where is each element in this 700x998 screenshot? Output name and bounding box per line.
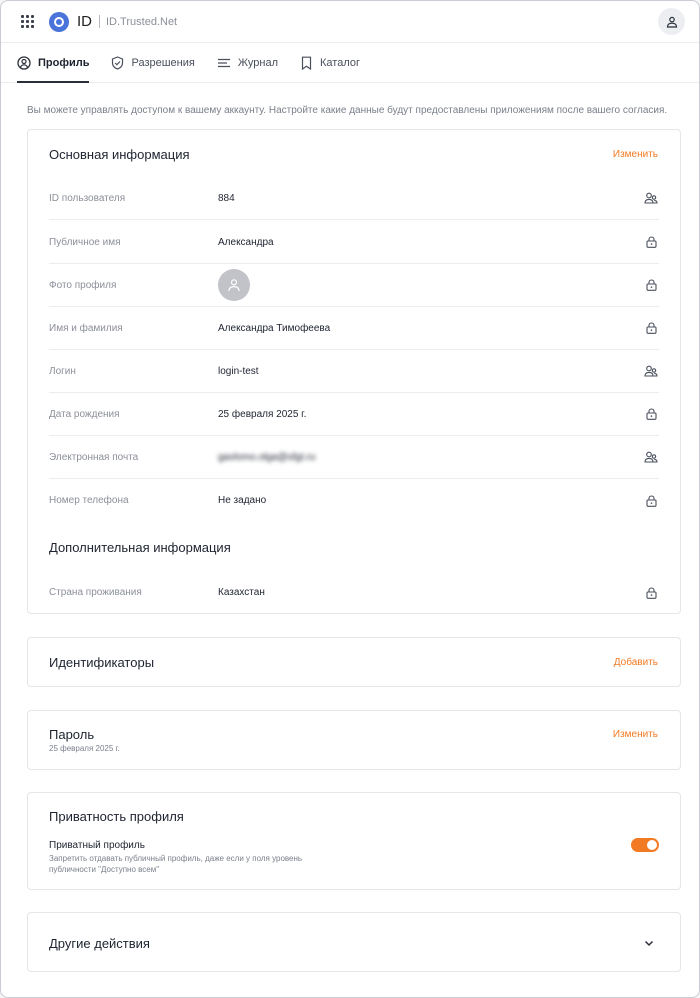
brand-site: ID.Trusted.Net bbox=[106, 15, 178, 28]
basic-info-header: Основная информация Изменить bbox=[49, 147, 658, 162]
app-window: ID ID.Trusted.Net Профиль Разрешения Жур… bbox=[0, 0, 700, 998]
row-value bbox=[218, 269, 643, 301]
user-menu-button[interactable] bbox=[658, 8, 685, 35]
lock-icon[interactable] bbox=[643, 586, 659, 599]
change-password-button[interactable]: Изменить bbox=[613, 729, 658, 740]
privacy-card: Приватность профиля Приватный профиль За… bbox=[27, 792, 681, 890]
list-icon bbox=[217, 58, 230, 67]
row-value: 884 bbox=[218, 192, 235, 204]
private-profile-desc-2: публичности "Доступно всем" bbox=[49, 865, 160, 874]
row-profile-photo: Фото профиля bbox=[49, 264, 659, 307]
row-value: 25 февраля 2025 г. bbox=[218, 408, 307, 420]
row-value: Александра bbox=[218, 236, 274, 248]
tab-catalog-label: Каталог bbox=[320, 56, 360, 69]
edit-basic-button[interactable]: Изменить bbox=[613, 149, 658, 160]
tab-bar: Профиль Разрешения Журнал Каталог bbox=[1, 43, 699, 83]
row-email: Электронная почта gavlomo.olga@sfgt.ru bbox=[49, 436, 659, 479]
identifiers-card: Идентификаторы Добавить bbox=[27, 637, 681, 687]
tab-journal[interactable]: Журнал bbox=[217, 43, 278, 82]
lock-icon[interactable] bbox=[643, 494, 659, 507]
other-actions-title: Другие действия bbox=[49, 936, 150, 951]
avatar-placeholder-icon bbox=[228, 279, 240, 292]
row-label: Страна проживания bbox=[49, 587, 142, 598]
brand-divider bbox=[99, 15, 100, 28]
password-date: 25 февраля 2025 г. bbox=[49, 744, 120, 753]
chevron-down-icon[interactable] bbox=[644, 940, 654, 947]
other-actions-header: Другие действия bbox=[49, 936, 654, 951]
lock-icon[interactable] bbox=[643, 408, 659, 420]
lock-icon[interactable] bbox=[643, 279, 659, 291]
row-value: Александра Тимофеева bbox=[218, 322, 331, 334]
row-label: Электронная почта bbox=[49, 451, 139, 463]
basic-info-title: Основная информация bbox=[49, 147, 190, 162]
users-icon[interactable] bbox=[643, 451, 659, 463]
extra-info-title: Дополнительная информация bbox=[49, 540, 231, 555]
password-header: Пароль Изменить bbox=[49, 727, 658, 742]
row-label: Дата рождения bbox=[49, 408, 120, 420]
row-value: gavlomo.olga@sfgt.ru bbox=[218, 451, 316, 463]
row-label: Имя и фамилия bbox=[49, 322, 123, 334]
avatar[interactable] bbox=[218, 269, 250, 301]
row-public-name: Публичное имя Александра bbox=[49, 221, 659, 264]
basic-info-card: Основная информация Изменить ID пользова… bbox=[27, 129, 681, 614]
row-phone: Номер телефона Не задано bbox=[49, 479, 659, 522]
row-label: Фото профиля bbox=[49, 279, 117, 291]
apps-grid-icon[interactable] bbox=[21, 14, 35, 29]
tab-catalog[interactable]: Каталог bbox=[300, 43, 360, 82]
other-actions-card[interactable]: Другие действия bbox=[27, 912, 681, 972]
privacy-title: Приватность профиля bbox=[49, 809, 184, 824]
users-icon[interactable] bbox=[643, 192, 659, 204]
identifiers-title: Идентификаторы bbox=[49, 655, 155, 670]
intro-text: Вы можете управлять доступом к вашему ак… bbox=[27, 105, 668, 116]
user-icon bbox=[666, 16, 677, 28]
row-label: Логин bbox=[49, 365, 76, 377]
row-birth-date: Дата рождения 25 февраля 2025 г. bbox=[49, 393, 659, 436]
tab-permissions[interactable]: Разрешения bbox=[111, 43, 195, 82]
private-profile-label: Приватный профиль bbox=[49, 840, 145, 851]
tab-profile[interactable]: Профиль bbox=[17, 43, 90, 83]
row-label: ID пользователя bbox=[49, 192, 126, 204]
row-label: Публичное имя bbox=[49, 236, 121, 248]
private-profile-desc-1: Запретить отдавать публичный профиль, да… bbox=[49, 854, 303, 863]
row-value: Казахстан bbox=[218, 587, 265, 598]
shield-icon bbox=[112, 55, 124, 70]
password-card: Пароль Изменить 25 февраля 2025 г. bbox=[27, 710, 681, 770]
row-user-id: ID пользователя 884 bbox=[49, 177, 659, 220]
password-title: Пароль bbox=[49, 727, 95, 742]
lock-icon[interactable] bbox=[643, 322, 659, 334]
row-value: Не задано bbox=[218, 495, 267, 506]
tab-profile-label: Профиль bbox=[38, 56, 90, 69]
brand-name: ID bbox=[77, 13, 92, 30]
row-label: Номер телефона bbox=[49, 495, 129, 506]
row-login: Логин login-test bbox=[49, 350, 659, 393]
users-icon[interactable] bbox=[643, 365, 659, 377]
private-profile-toggle[interactable] bbox=[631, 838, 659, 852]
add-identifier-button[interactable]: Добавить bbox=[614, 657, 658, 668]
tab-permissions-label: Разрешения bbox=[131, 56, 195, 69]
row-full-name: Имя и фамилия Александра Тимофеева bbox=[49, 307, 659, 350]
profile-icon bbox=[17, 55, 31, 70]
tab-journal-label: Журнал bbox=[237, 56, 278, 69]
lock-icon[interactable] bbox=[643, 236, 659, 248]
identifiers-header: Идентификаторы Добавить bbox=[49, 655, 658, 670]
bookmark-icon bbox=[301, 56, 312, 70]
row-country: Страна проживания Казахстан bbox=[49, 571, 659, 614]
row-value: login-test bbox=[218, 365, 259, 377]
top-bar: ID ID.Trusted.Net bbox=[1, 1, 699, 43]
logo-icon bbox=[49, 11, 69, 32]
